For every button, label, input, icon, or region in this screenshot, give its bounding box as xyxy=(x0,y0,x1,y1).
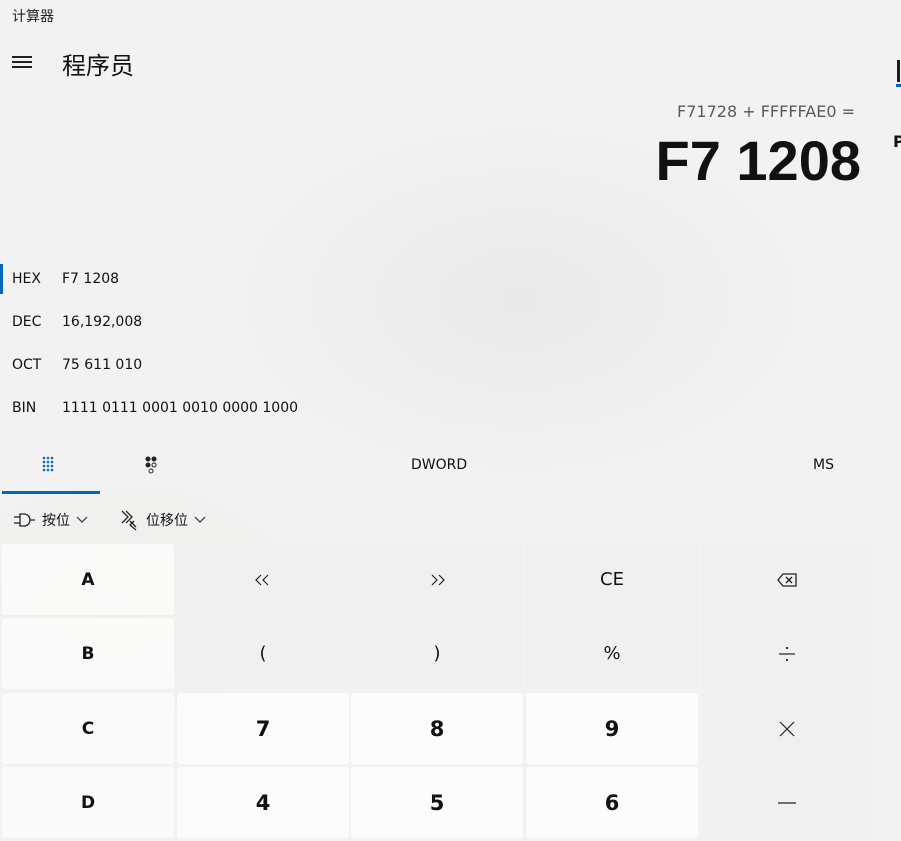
logic-gate-icon xyxy=(14,513,35,527)
radix-dec-row[interactable]: DEC 16,192,008 xyxy=(0,307,320,339)
key-close-paren[interactable]: ) xyxy=(351,618,523,689)
app-title: 计算器 xyxy=(12,9,54,25)
bitshift-icon xyxy=(121,510,137,531)
pane-tab-edge xyxy=(897,60,900,82)
backspace-icon xyxy=(777,572,797,587)
bit-toggling-keypad-icon[interactable] xyxy=(139,454,167,478)
operator-toolbar: 按位 位移位 xyxy=(0,504,873,538)
radix-selection-indicator xyxy=(0,264,3,294)
radix-hex-row[interactable]: HEX F7 1208 xyxy=(0,264,320,296)
key-6[interactable]: 6 xyxy=(526,767,698,838)
history-memory-pane-tab[interactable] xyxy=(896,60,901,88)
key-8[interactable]: 8 xyxy=(351,693,523,764)
result-display: F7 1208 xyxy=(655,129,862,192)
key-clear-entry[interactable]: CE xyxy=(526,544,698,615)
radix-label-dec: DEC xyxy=(12,314,42,330)
chevron-down-icon xyxy=(76,516,88,523)
key-backspace[interactable] xyxy=(701,544,873,615)
memory-store-button[interactable]: MS xyxy=(813,457,834,473)
keypad-tabbar: DWORD MS xyxy=(0,440,873,494)
bitwise-label: 按位 xyxy=(42,513,70,529)
radix-value-bin: 1111 0111 0001 0010 0000 1000 xyxy=(62,400,299,416)
left-shift-icon xyxy=(255,574,269,585)
mode-title: 程序员 xyxy=(62,52,134,80)
key-modulo[interactable]: % xyxy=(526,618,698,689)
bitwise-dropdown[interactable]: 按位 xyxy=(12,504,88,536)
radix-label-bin: BIN xyxy=(12,400,37,416)
pane-clipped-label: P xyxy=(893,132,901,151)
key-4[interactable]: 4 xyxy=(177,767,349,838)
expression-display: F71728 + FFFFFAE0 = xyxy=(677,102,855,121)
right-shift-icon xyxy=(431,574,445,585)
key-right-shift[interactable] xyxy=(351,544,523,615)
key-divide[interactable] xyxy=(701,618,873,689)
key-9[interactable]: 9 xyxy=(526,693,698,764)
key-multiply[interactable] xyxy=(701,693,873,764)
radix-label-oct: OCT xyxy=(12,357,42,373)
bitshift-dropdown[interactable]: 位移位 xyxy=(120,504,206,536)
word-size-button[interactable]: DWORD xyxy=(411,457,467,473)
radix-oct-row[interactable]: OCT 75 611 010 xyxy=(0,350,320,382)
radix-value-hex: F7 1208 xyxy=(62,271,120,287)
active-tab-underline xyxy=(2,491,100,494)
key-7[interactable]: 7 xyxy=(177,693,349,764)
key-d[interactable]: D xyxy=(2,767,174,838)
key-left-shift[interactable] xyxy=(177,544,349,615)
key-open-paren[interactable]: ( xyxy=(177,618,349,689)
pane-tab-underline xyxy=(896,84,901,87)
hamburger-icon-line xyxy=(12,66,32,68)
hamburger-icon-line xyxy=(12,61,32,63)
key-a[interactable]: A xyxy=(2,544,174,615)
key-subtract[interactable] xyxy=(701,767,873,838)
key-5[interactable]: 5 xyxy=(351,767,523,838)
divide-icon xyxy=(779,646,795,661)
radix-bin-row[interactable]: BIN 1111 0111 0001 0010 0000 1000 xyxy=(0,393,320,425)
radix-label-hex: HEX xyxy=(12,271,41,287)
bitshift-label: 位移位 xyxy=(146,513,188,529)
keypad: A CE B ( ) % C 7 8 9 D 4 5 6 xyxy=(2,544,873,841)
minus-icon xyxy=(778,801,796,804)
chevron-down-icon xyxy=(194,516,206,523)
hamburger-icon xyxy=(12,56,32,58)
multiply-icon xyxy=(779,721,795,736)
key-c[interactable]: C xyxy=(2,693,174,764)
radix-value-oct: 75 611 010 xyxy=(62,357,143,373)
hamburger-menu-button[interactable] xyxy=(8,48,36,76)
radix-value-dec: 16,192,008 xyxy=(62,314,143,330)
full-keypad-icon[interactable] xyxy=(38,454,66,478)
key-b[interactable]: B xyxy=(2,618,174,689)
